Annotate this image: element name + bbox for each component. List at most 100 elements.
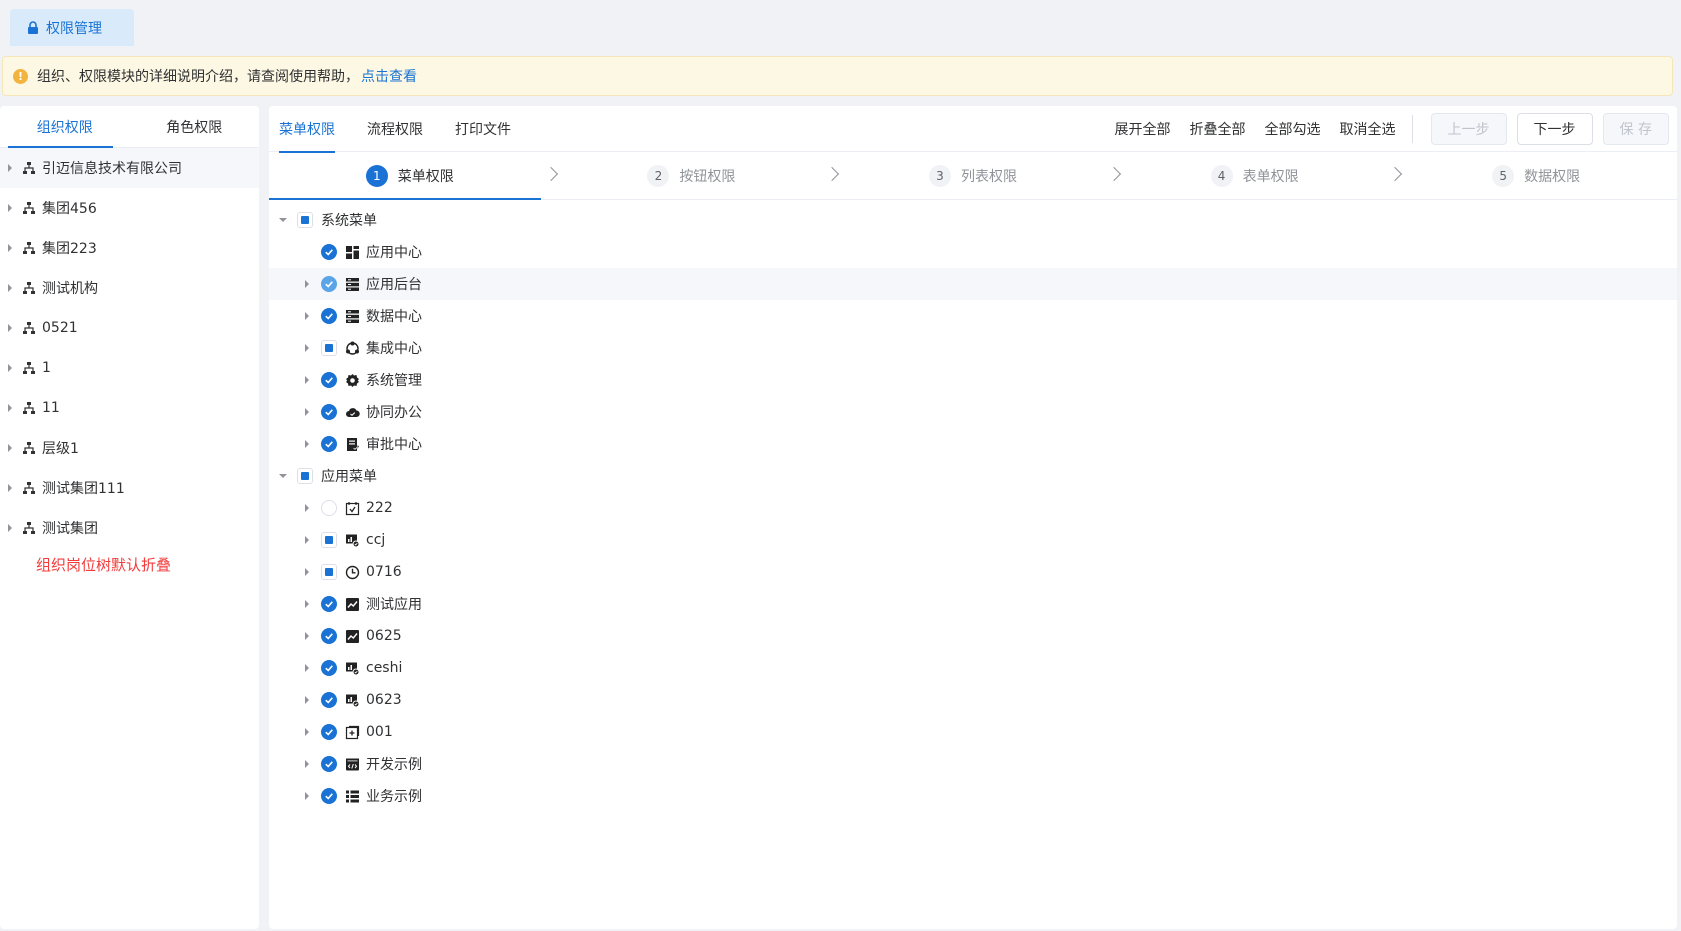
prev-step-button[interactable]: 上一步 — [1430, 113, 1507, 145]
caret-right-icon[interactable] — [301, 726, 313, 738]
step-menu-permission[interactable]: 1 菜单权限 — [269, 152, 558, 199]
caret-right-icon[interactable] — [301, 662, 313, 674]
tree-node[interactable]: 开发示例 — [269, 748, 1677, 780]
caret-right-icon[interactable] — [8, 284, 12, 292]
checkbox-checked[interactable] — [321, 308, 337, 324]
caret-right-icon[interactable] — [8, 364, 12, 372]
org-tree-item[interactable]: 0521 — [0, 308, 259, 348]
caret-right-icon[interactable] — [301, 502, 313, 514]
checkbox-checked[interactable] — [321, 372, 337, 388]
caret-right-icon[interactable] — [301, 534, 313, 546]
checkbox-checked[interactable] — [321, 436, 337, 452]
caret-right-icon[interactable] — [301, 374, 313, 386]
caret-right-icon[interactable] — [8, 324, 12, 332]
dashboard-icon — [345, 533, 360, 548]
checkbox-checked[interactable] — [321, 404, 337, 420]
tree-node[interactable]: 协同办公 — [269, 396, 1677, 428]
caret-right-icon[interactable] — [301, 694, 313, 706]
step-form-permission[interactable]: 4 表单权限 — [1114, 152, 1403, 199]
tab-org-permission[interactable]: 组织权限 — [0, 106, 130, 147]
caret-right-icon[interactable] — [301, 566, 313, 578]
checkbox-indeterminate[interactable] — [321, 340, 337, 356]
caret-right-icon[interactable] — [8, 404, 12, 412]
step-button-permission[interactable]: 2 按钮权限 — [551, 152, 840, 199]
grid-icon — [345, 245, 360, 260]
tree-group-app[interactable]: 应用菜单 — [269, 460, 1677, 492]
expand-all-button[interactable]: 展开全部 — [1115, 119, 1171, 139]
org-tree-item[interactable]: 层级1 — [0, 428, 259, 468]
caret-right-icon[interactable] — [301, 342, 313, 354]
tree-node[interactable]: 应用后台 — [269, 268, 1677, 300]
checkbox-checked[interactable] — [321, 628, 337, 644]
tree-node-label: 应用中心 — [366, 245, 422, 261]
step-list-permission[interactable]: 3 列表权限 — [832, 152, 1121, 199]
uncheck-all-button[interactable]: 取消全选 — [1340, 119, 1396, 139]
org-icon — [22, 521, 36, 535]
caret-down-icon[interactable] — [277, 214, 289, 226]
org-icon — [22, 321, 36, 335]
caret-right-icon[interactable] — [301, 630, 313, 642]
tab-permission-management[interactable]: 权限管理 — [10, 9, 134, 46]
org-tree-item[interactable]: 引迈信息技术有限公司 — [0, 148, 259, 188]
checkbox-checked[interactable] — [321, 692, 337, 708]
checkbox-checked[interactable] — [321, 788, 337, 804]
caret-right-icon[interactable] — [8, 204, 12, 212]
checkbox-indeterminate[interactable] — [297, 468, 313, 484]
checkbox-indeterminate[interactable] — [297, 212, 313, 228]
checkbox-indeterminate[interactable] — [321, 564, 337, 580]
tree-node[interactable]: 审批中心 — [269, 428, 1677, 460]
caret-right-icon[interactable] — [301, 310, 313, 322]
caret-right-icon[interactable] — [301, 758, 313, 770]
collapse-all-button[interactable]: 折叠全部 — [1190, 119, 1246, 139]
tree-node[interactable]: 系统管理 — [269, 364, 1677, 396]
org-tree-item[interactable]: 集团456 — [0, 188, 259, 228]
checkbox-checked[interactable] — [321, 724, 337, 740]
tree-node[interactable]: 应用中心 — [269, 236, 1677, 268]
tab-role-permission[interactable]: 角色权限 — [130, 106, 260, 147]
checkbox-checked[interactable] — [321, 756, 337, 772]
org-tree-item[interactable]: 11 — [0, 388, 259, 428]
tree-node[interactable]: 数据中心 — [269, 300, 1677, 332]
tree-node[interactable]: 0625 — [269, 620, 1677, 652]
step-data-permission[interactable]: 5 数据权限 — [1395, 152, 1677, 199]
caret-down-icon[interactable] — [277, 470, 289, 482]
tree-node[interactable]: ceshi — [269, 652, 1677, 684]
caret-right-icon[interactable] — [8, 164, 12, 172]
tree-node[interactable]: 业务示例 — [269, 780, 1677, 812]
org-tree-item[interactable]: 测试机构 — [0, 268, 259, 308]
caret-right-icon[interactable] — [8, 244, 12, 252]
tree-node[interactable]: ccj — [269, 524, 1677, 556]
tree-node[interactable]: 001 — [269, 716, 1677, 748]
help-link[interactable]: 点击查看 — [361, 66, 417, 86]
next-step-button[interactable]: 下一步 — [1516, 113, 1593, 145]
org-tree-item[interactable]: 测试集团111 — [0, 468, 259, 508]
checkbox-checked[interactable] — [321, 596, 337, 612]
checkbox-checked[interactable] — [321, 660, 337, 676]
caret-right-icon[interactable] — [301, 790, 313, 802]
tree-node[interactable]: 0716 — [269, 556, 1677, 588]
caret-right-icon[interactable] — [301, 278, 313, 290]
caret-right-icon[interactable] — [8, 484, 12, 492]
tree-node[interactable]: 测试应用 — [269, 588, 1677, 620]
tab-menu-permission[interactable]: 菜单权限 — [279, 106, 351, 153]
tree-node[interactable]: 222 — [269, 492, 1677, 524]
tree-node[interactable]: 集成中心 — [269, 332, 1677, 364]
tab-flow-permission[interactable]: 流程权限 — [367, 106, 439, 152]
checkbox-unchecked[interactable] — [321, 500, 337, 516]
caret-right-icon[interactable] — [8, 444, 12, 452]
save-button[interactable]: 保 存 — [1602, 113, 1669, 145]
checkbox-indeterminate[interactable] — [321, 532, 337, 548]
caret-right-icon[interactable] — [301, 438, 313, 450]
checkbox-checked[interactable] — [321, 276, 337, 292]
tree-node[interactable]: 0623 — [269, 684, 1677, 716]
caret-right-icon[interactable] — [301, 406, 313, 418]
caret-right-icon[interactable] — [8, 524, 12, 532]
caret-right-icon[interactable] — [301, 598, 313, 610]
checkbox-checked[interactable] — [321, 244, 337, 260]
check-all-button[interactable]: 全部勾选 — [1265, 119, 1321, 139]
tree-group-system[interactable]: 系统菜单 — [269, 204, 1677, 236]
org-tree-item[interactable]: 1 — [0, 348, 259, 388]
org-tree-item[interactable]: 测试集团 — [0, 508, 259, 548]
org-tree-item[interactable]: 集团223 — [0, 228, 259, 268]
tab-print-file[interactable]: 打印文件 — [455, 106, 527, 152]
